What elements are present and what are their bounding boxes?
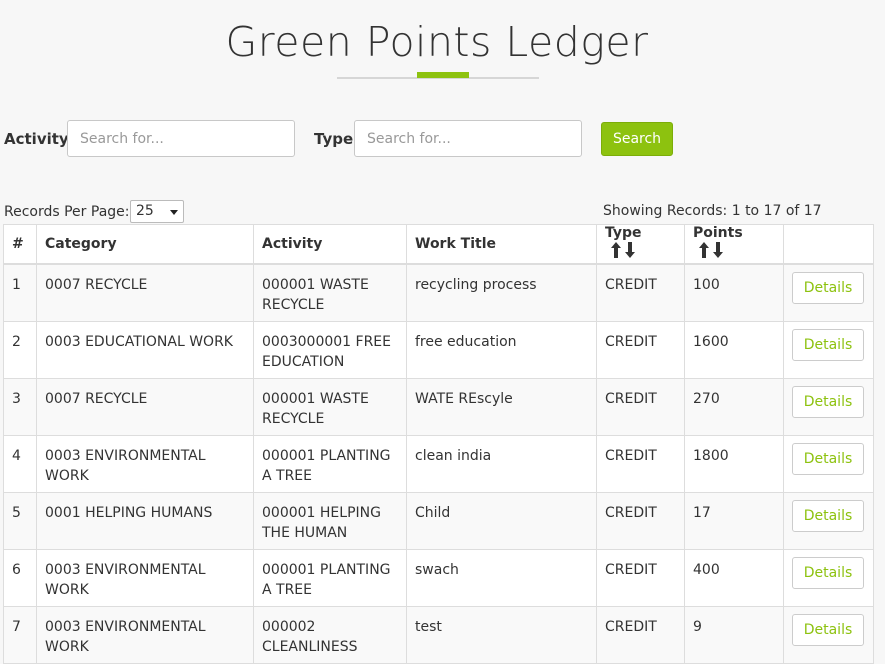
details-button[interactable]: Details bbox=[792, 499, 864, 532]
cell-number: 7 bbox=[3, 605, 37, 664]
cell-activity: 0003000001 FREE EDUCATION bbox=[253, 320, 407, 379]
sort-up-down-arrows-icon[interactable] bbox=[609, 241, 637, 263]
cell-work-title: Child bbox=[406, 491, 597, 550]
cell-points: 270 bbox=[684, 377, 784, 436]
table-row: 6 0003 ENVIRONMENTAL WORK 000001 PLANTIN… bbox=[3, 548, 874, 607]
column-header-actions bbox=[783, 224, 874, 265]
cell-work-title: clean india bbox=[406, 434, 597, 493]
chevron-down-icon bbox=[170, 210, 178, 215]
details-button[interactable]: Details bbox=[792, 556, 864, 589]
cell-actions: Details bbox=[783, 263, 874, 322]
cell-category: 0003 ENVIRONMENTAL WORK bbox=[36, 434, 254, 493]
page-title: Green Points Ledger bbox=[225, 18, 649, 66]
cell-number: 2 bbox=[3, 320, 37, 379]
cell-work-title: swach bbox=[406, 548, 597, 607]
cell-actions: Details bbox=[783, 434, 874, 493]
cell-type: CREDIT bbox=[596, 263, 685, 322]
cell-activity: 000001 PLANTING A TREE bbox=[253, 548, 407, 607]
cell-category: 0001 HELPING HUMANS bbox=[36, 491, 254, 550]
cell-points: 1800 bbox=[684, 434, 784, 493]
column-header-points: Points bbox=[684, 224, 784, 265]
cell-actions: Details bbox=[783, 605, 874, 664]
cell-category: 0003 ENVIRONMENTAL WORK bbox=[36, 605, 254, 664]
column-header-work-title: Work Title bbox=[406, 224, 597, 265]
cell-category: 0007 RECYCLE bbox=[36, 377, 254, 436]
cell-number: 5 bbox=[3, 491, 37, 550]
cell-points: 100 bbox=[684, 263, 784, 322]
records-per-page-select[interactable]: 25 bbox=[130, 200, 184, 223]
details-button[interactable]: Details bbox=[792, 385, 864, 418]
title-accent-bar bbox=[417, 72, 469, 78]
cell-type: CREDIT bbox=[596, 320, 685, 379]
cell-number: 1 bbox=[3, 263, 37, 322]
cell-points: 400 bbox=[684, 548, 784, 607]
table-header-row: # Category Activity Work Title Type Poin… bbox=[3, 224, 874, 265]
sort-up-down-arrows-icon[interactable] bbox=[697, 241, 725, 263]
details-button[interactable]: Details bbox=[792, 442, 864, 475]
cell-number: 4 bbox=[3, 434, 37, 493]
showing-records-text: Showing Records: 1 to 17 of 17 bbox=[603, 203, 822, 219]
search-button[interactable]: Search bbox=[601, 122, 673, 156]
activity-search-input[interactable] bbox=[67, 120, 295, 157]
records-table: # Category Activity Work Title Type Poin… bbox=[3, 224, 874, 664]
details-button[interactable]: Details bbox=[792, 328, 864, 361]
activity-filter-label: Activity bbox=[4, 130, 69, 148]
cell-actions: Details bbox=[783, 491, 874, 550]
cell-category: 0007 RECYCLE bbox=[36, 263, 254, 322]
column-header-activity: Activity bbox=[253, 224, 407, 265]
cell-points: 9 bbox=[684, 605, 784, 664]
cell-type: CREDIT bbox=[596, 377, 685, 436]
cell-number: 3 bbox=[3, 377, 37, 436]
table-row: 4 0003 ENVIRONMENTAL WORK 000001 PLANTIN… bbox=[3, 434, 874, 493]
cell-type: CREDIT bbox=[596, 605, 685, 664]
type-filter-label: Type bbox=[314, 130, 354, 148]
cell-activity: 000001 WASTE RECYCLE bbox=[253, 377, 407, 436]
table-row: 3 0007 RECYCLE 000001 WASTE RECYCLE WATE… bbox=[3, 377, 874, 436]
table-row: 5 0001 HELPING HUMANS 000001 HELPING THE… bbox=[3, 491, 874, 550]
cell-category: 0003 EDUCATIONAL WORK bbox=[36, 320, 254, 379]
records-per-page-value: 25 bbox=[136, 203, 154, 219]
cell-activity: 000001 HELPING THE HUMAN bbox=[253, 491, 407, 550]
cell-activity: 000001 PLANTING A TREE bbox=[253, 434, 407, 493]
records-per-page-label: Records Per Page: bbox=[4, 204, 130, 220]
column-header-type: Type bbox=[596, 224, 685, 265]
cell-actions: Details bbox=[783, 320, 874, 379]
cell-type: CREDIT bbox=[596, 548, 685, 607]
cell-activity: 000001 WASTE RECYCLE bbox=[253, 263, 407, 322]
details-button[interactable]: Details bbox=[792, 613, 864, 646]
table-row: 1 0007 RECYCLE 000001 WASTE RECYCLE recy… bbox=[3, 263, 874, 322]
cell-activity: 000002 CLEANLINESS bbox=[253, 605, 407, 664]
cell-work-title: free education bbox=[406, 320, 597, 379]
cell-work-title: recycling process bbox=[406, 263, 597, 322]
cell-type: CREDIT bbox=[596, 491, 685, 550]
type-search-input[interactable] bbox=[354, 120, 582, 157]
cell-type: CREDIT bbox=[596, 434, 685, 493]
cell-category: 0003 ENVIRONMENTAL WORK bbox=[36, 548, 254, 607]
cell-points: 1600 bbox=[684, 320, 784, 379]
details-button[interactable]: Details bbox=[792, 272, 864, 304]
cell-number: 6 bbox=[3, 548, 37, 607]
cell-work-title: test bbox=[406, 605, 597, 664]
column-header-number: # bbox=[3, 224, 37, 265]
table-row: 7 0003 ENVIRONMENTAL WORK 000002 CLEANLI… bbox=[3, 605, 874, 664]
cell-points: 17 bbox=[684, 491, 784, 550]
column-header-category: Category bbox=[36, 224, 254, 265]
cell-actions: Details bbox=[783, 548, 874, 607]
table-row: 2 0003 EDUCATIONAL WORK 0003000001 FREE … bbox=[3, 320, 874, 379]
cell-actions: Details bbox=[783, 377, 874, 436]
cell-work-title: WATE REscyle bbox=[406, 377, 597, 436]
